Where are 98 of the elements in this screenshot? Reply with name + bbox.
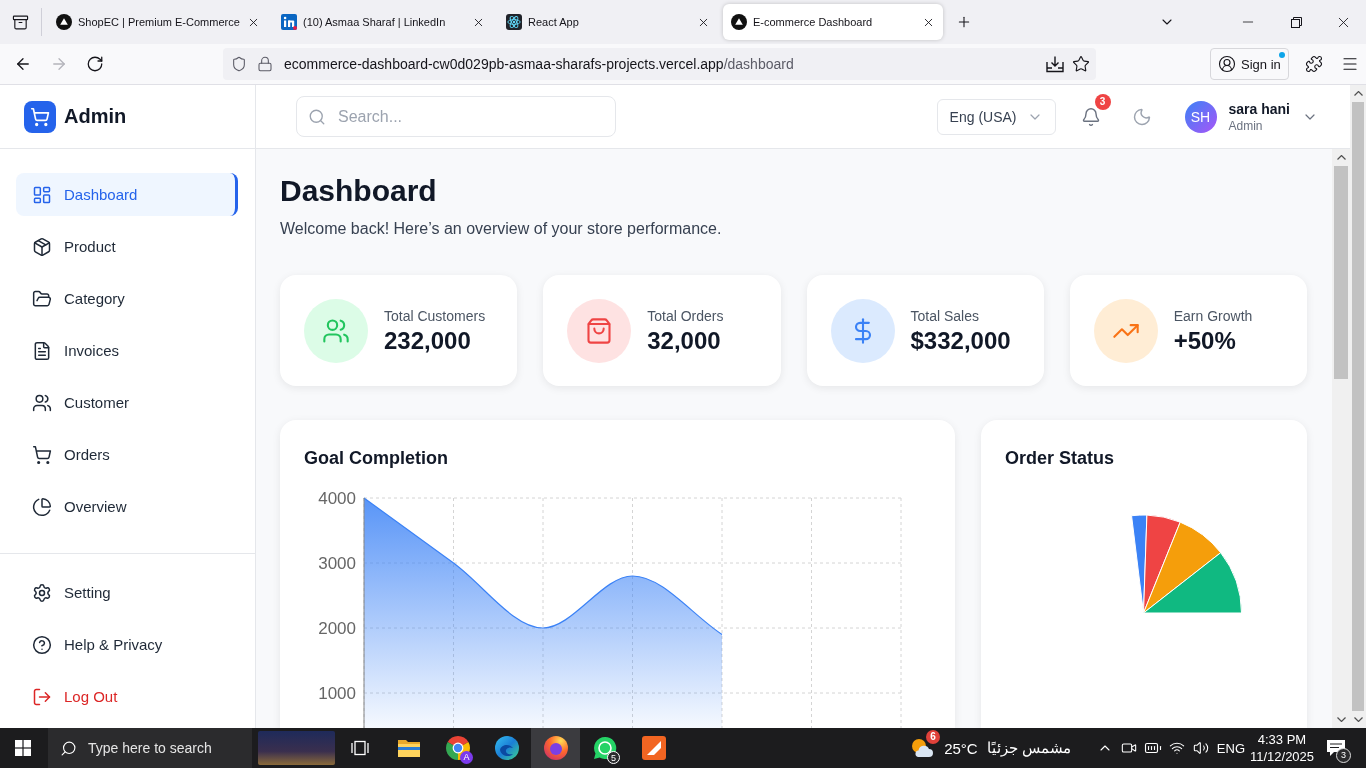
folder-icon [396,738,421,758]
chat-bubble-icon [592,736,617,760]
card-title: Goal Completion [304,447,449,470]
menu-icon[interactable] [1340,55,1359,73]
wifi-icon[interactable] [1168,740,1185,756]
browser-tab[interactable]: (10) Asmaa Sharaf | LinkedIn [273,4,493,40]
sidebar-item[interactable]: Orders [16,433,238,476]
y-axis-label: 3000 [318,554,356,573]
windows-logo-icon [15,740,31,756]
scrollbar-thumb[interactable] [1352,102,1364,711]
sign-in-button[interactable]: Sign in [1210,48,1289,80]
stat-value: 232,000 [384,325,472,356]
folder-icon [32,288,52,309]
clock[interactable]: 4:33 PM 11/12/2025 [1245,728,1319,768]
browser-tab[interactable]: E-commerce Dashboard [723,4,943,40]
stat-value: $332,000 [910,325,1011,356]
scrollbar-thumb[interactable] [1334,166,1348,379]
browser-tab[interactable]: React App [498,4,718,40]
status-dot-icon [1278,52,1285,58]
settings-icon [32,582,52,603]
card-title: Order Status [1005,447,1116,470]
document-icon [32,340,52,361]
video-camera-icon[interactable] [1120,740,1137,756]
stat-value: 32,000 [647,325,722,356]
lock-icon[interactable] [257,56,273,72]
scroll-up-icon[interactable] [1336,155,1346,160]
taskbar-search-field[interactable]: Type here to search [48,728,252,768]
account-icon [1218,55,1236,73]
search-field[interactable]: Search... [296,96,616,137]
page-title: Dashboard [280,173,438,209]
notifications-button[interactable]: 3 [1319,728,1352,768]
app-badge: 5 [607,751,620,764]
language-select[interactable]: Eng (USA) [936,98,1056,135]
dashboard-icon [32,184,52,205]
taskbar-app[interactable]: A [433,728,482,768]
restore-icon[interactable] [1290,16,1302,28]
notification-badge: 3 [1336,748,1351,763]
triangle-logo-icon [731,14,747,30]
search-icon [308,107,326,126]
volume-icon[interactable] [1192,740,1209,756]
address-field[interactable]: ecommerce-dashboard-cw0d029pb-asmaa-sharafs-projects.vercel.app/dashboard [223,48,1096,80]
cart-logo-icon [24,100,56,133]
user-role: Admin [1228,118,1264,133]
y-axis-label: 2000 [318,619,356,638]
sidebar-item[interactable]: Overview [16,485,238,528]
star-icon[interactable] [1072,55,1090,73]
tile-logo-icon [641,736,666,760]
taskbar-app[interactable]: 5 [580,728,629,768]
browser-tab[interactable]: ShopEC | Premium E-Commerce [48,4,268,40]
brand-name: Admin [64,105,127,128]
back-icon[interactable] [14,55,32,73]
user-avatar[interactable]: SH [1184,100,1217,133]
triangle-logo-icon [56,14,72,30]
task-view-icon [350,740,369,756]
download-tray-icon[interactable] [1046,55,1064,73]
sidebar-item[interactable]: Log Out [16,675,238,718]
sidebar-item[interactable]: Category [16,277,238,320]
search-icon [60,739,77,757]
page-subtitle: Welcome back! Here’s an overview of your store performance. [280,219,723,239]
sidebar-item[interactable]: Dashboard [16,173,238,216]
user-name: sara hani [1228,100,1290,117]
stat-label: Total Sales [910,306,980,326]
users-icon [32,392,52,413]
reload-icon[interactable] [86,55,104,73]
app-badge: A [460,751,473,764]
gradient-circle-icon [543,736,568,760]
taskbar-app[interactable] [531,728,580,768]
cart-icon [32,444,52,465]
atom-icon [506,14,522,30]
sidebar-item[interactable]: Customer [16,381,238,424]
archive-icon[interactable] [12,13,29,31]
stat-label: Earn Growth [1173,306,1253,326]
square-logo-icon [281,14,297,30]
new-tab-icon[interactable] [956,14,972,30]
tricolor-circle-icon [445,736,470,760]
y-axis-label: 1000 [318,684,356,703]
sidebar-item[interactable]: Help & Privacy [16,623,238,666]
stat-value: +50% [1173,325,1237,356]
help-icon [32,634,52,655]
pie-chart-icon [32,496,52,517]
puzzle-icon[interactable] [1304,55,1323,73]
box-icon [32,236,52,257]
logout-icon [32,686,52,707]
shield-icon[interactable] [231,56,247,72]
stat-label: Total Customers [384,306,486,326]
bell-icon[interactable] [1080,106,1101,127]
wave-circle-icon [494,736,519,760]
input-language: ENG [1216,740,1245,756]
sidebar-item[interactable]: Product [16,225,238,268]
temperature-text: 25°C [944,739,978,757]
sidebar-item[interactable]: Setting [16,571,238,614]
stat-label: Total Orders [647,306,724,326]
scroll-up-icon[interactable] [1353,91,1363,96]
y-axis-label: 4000 [318,489,356,508]
weather-badge: 6 [926,730,941,744]
weather-condition: مشمس جزئيًا [986,739,1071,757]
sidebar-item[interactable]: Invoices [16,329,238,372]
notification-badge: 3 [1094,93,1111,110]
